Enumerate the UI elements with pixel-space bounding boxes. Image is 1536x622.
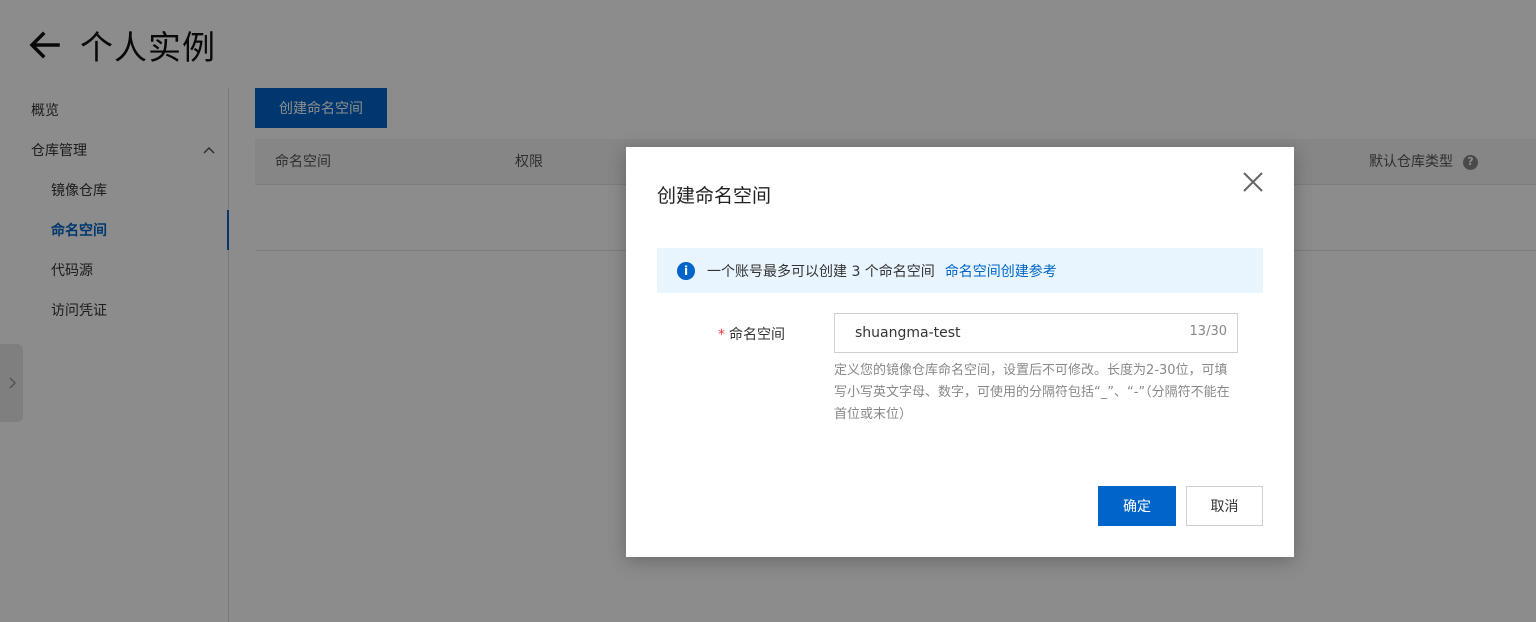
create-namespace-dialog: 创建命名空间 i 一个账号最多可以创建 3 个命名空间 命名空间创建参考 * 命名… xyxy=(626,147,1294,557)
namespace-reference-link[interactable]: 命名空间创建参考 xyxy=(945,261,1057,281)
namespace-field: 13/30 xyxy=(834,313,1238,353)
dialog-title: 创建命名空间 xyxy=(657,185,772,207)
confirm-button[interactable]: 确定 xyxy=(1098,486,1176,526)
info-icon: i xyxy=(677,261,695,280)
namespace-help-text: 定义您的镜像仓库命名空间，设置后不可修改。长度为2-30位，可填写小写英文字母、… xyxy=(834,363,1230,422)
cancel-button[interactable]: 取消 xyxy=(1186,486,1263,526)
char-count: 13/30 xyxy=(1189,324,1227,339)
notice-text: 一个账号最多可以创建 3 个命名空间 xyxy=(707,263,935,280)
required-mark: * xyxy=(718,327,725,343)
info-notice: i 一个账号最多可以创建 3 个命名空间 命名空间创建参考 xyxy=(657,248,1263,293)
namespace-input[interactable] xyxy=(835,314,1165,352)
namespace-field-label: * 命名空间 xyxy=(718,324,785,344)
close-icon[interactable] xyxy=(1240,169,1266,195)
namespace-label-text: 命名空间 xyxy=(729,327,785,343)
